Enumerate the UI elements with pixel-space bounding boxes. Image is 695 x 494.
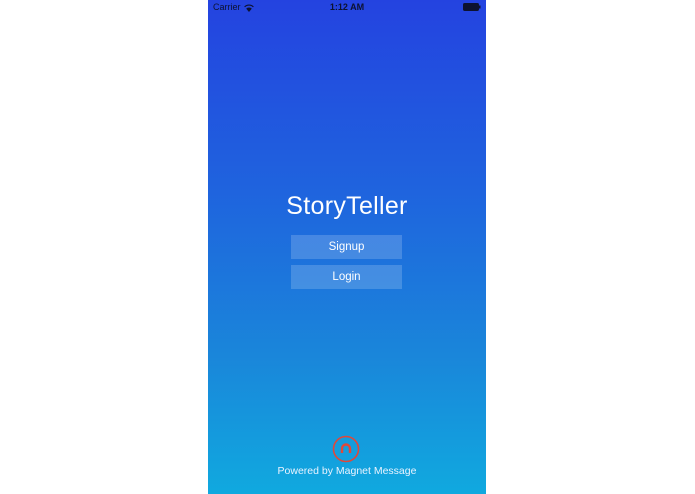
login-button[interactable]: Login bbox=[291, 265, 402, 289]
status-bar: Carrier 1:12 AM bbox=[208, 0, 486, 15]
page: Carrier 1:12 AM StoryTeller Signup Login… bbox=[0, 0, 695, 494]
magnet-icon bbox=[332, 435, 360, 463]
phone-screen: Carrier 1:12 AM StoryTeller Signup Login… bbox=[208, 0, 486, 494]
powered-by-label: Powered by Magnet Message bbox=[277, 465, 417, 477]
battery-icon bbox=[463, 3, 481, 11]
status-time: 1:12 AM bbox=[329, 2, 365, 12]
app-title: StoryTeller bbox=[286, 192, 408, 220]
signup-button[interactable]: Signup bbox=[291, 235, 402, 259]
